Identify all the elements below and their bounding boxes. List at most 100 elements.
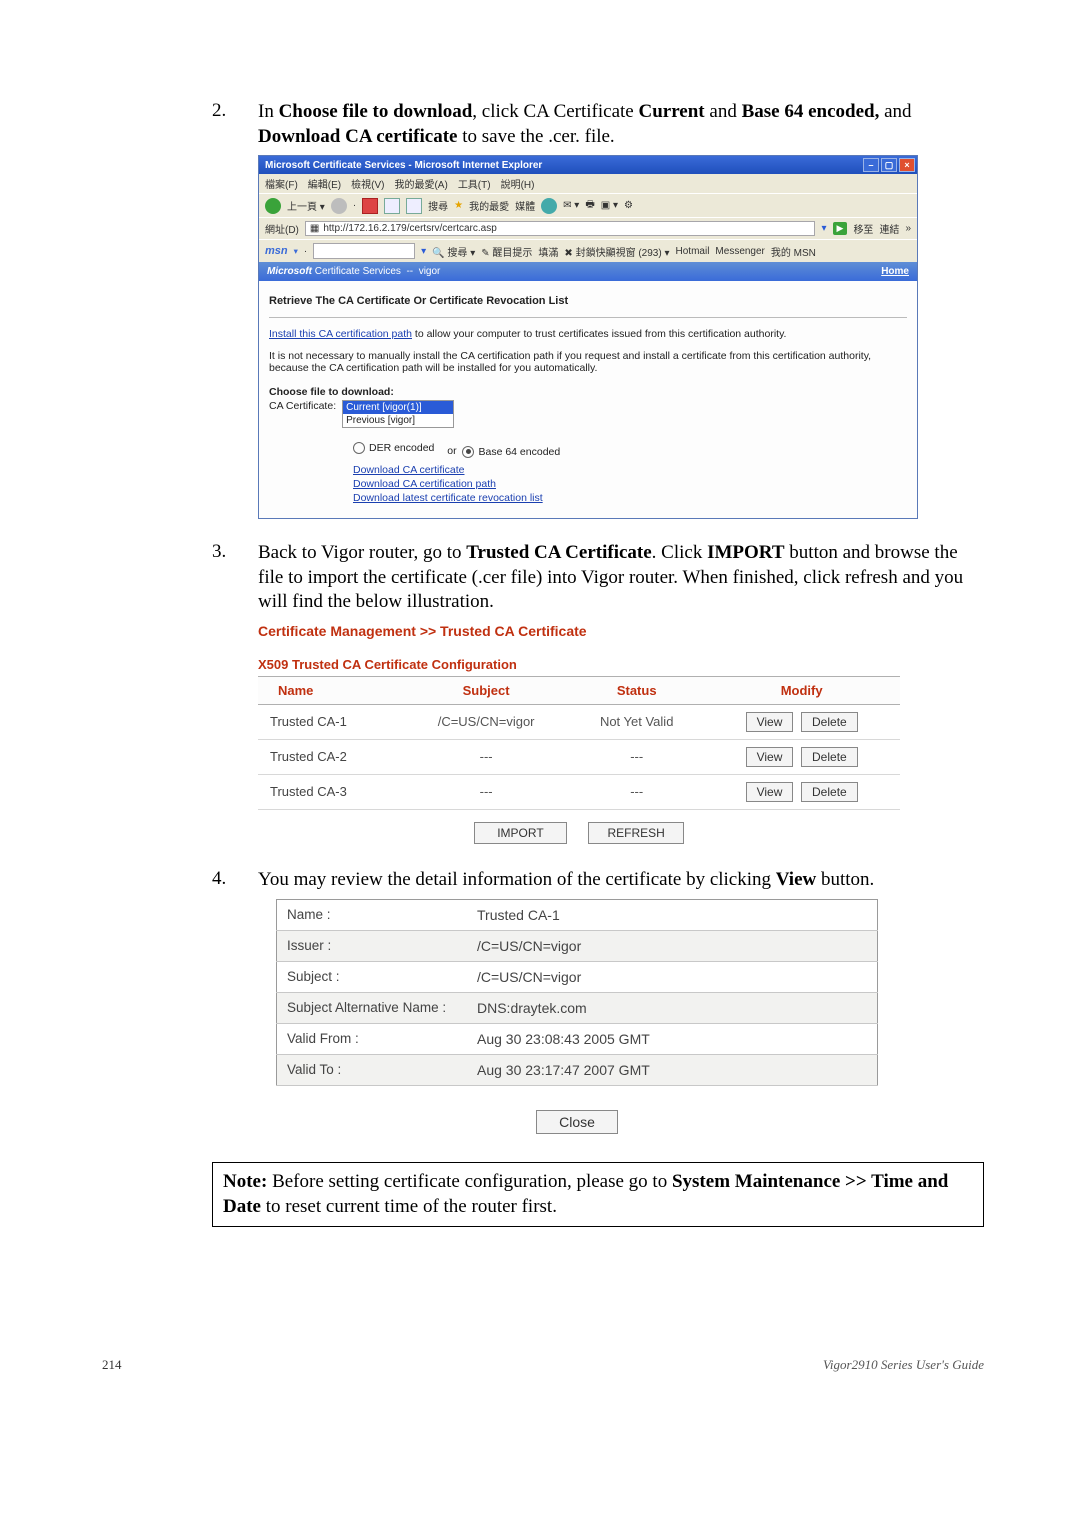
media-label[interactable]: 媒體 <box>515 198 535 213</box>
close-icon[interactable]: × <box>899 158 915 172</box>
menu-item[interactable]: 編輯(E) <box>308 176 341 191</box>
more-icon[interactable]: » <box>905 223 911 234</box>
cell-modify: View Delete <box>703 739 900 774</box>
radio-base64[interactable]: Base 64 encoded <box>462 446 560 458</box>
import-button[interactable]: IMPORT <box>474 822 566 844</box>
col-name: Name <box>258 676 402 704</box>
fav-label[interactable]: 我的最愛 <box>469 198 509 213</box>
menu-item[interactable]: 工具(T) <box>458 176 491 191</box>
download-ca-path-link[interactable]: Download CA certification path <box>353 478 496 490</box>
go-label: 移至 <box>853 221 873 236</box>
step-2: 2. In Choose file to download, click CA … <box>212 100 984 149</box>
detail-row: Subject :/C=US/CN=vigor <box>277 961 878 992</box>
history-icon[interactable] <box>541 198 557 214</box>
toolbar-icon[interactable]: ⚙ <box>624 200 633 211</box>
toolbar-icon[interactable]: 🖶 <box>585 197 594 214</box>
t: 封鎖快顯視窗 (293) <box>576 248 662 259</box>
listbox-option-current[interactable]: Current [vigor(1)] <box>343 401 453 414</box>
forward-icon[interactable] <box>331 198 347 214</box>
step-4: 4. You may review the detail information… <box>212 868 984 893</box>
step-number: 3. <box>212 541 258 615</box>
msn-messenger[interactable]: Messenger <box>715 246 764 257</box>
ms-cert-label: Microsoft Certificate Services -- vigor <box>267 266 440 277</box>
maximize-icon[interactable]: ▢ <box>881 158 897 172</box>
step-text: In Choose file to download, click CA Cer… <box>258 100 984 149</box>
menu-item[interactable]: 檢視(V) <box>351 176 384 191</box>
addr-label: 網址(D) <box>265 221 299 236</box>
table-header-row: Name Subject Status Modify <box>258 676 900 704</box>
detail-section: Name :Trusted CA-1 Issuer :/C=US/CN=vigo… <box>276 899 878 1134</box>
delete-button[interactable]: Delete <box>801 782 858 802</box>
fav-star-icon[interactable]: ★ <box>454 200 463 211</box>
t: Current <box>639 101 705 122</box>
back-icon[interactable] <box>265 198 281 214</box>
dropdown-icon[interactable]: ▾ <box>421 246 426 257</box>
divider <box>269 317 907 318</box>
minimize-icon[interactable]: – <box>863 158 879 172</box>
radio-der[interactable]: DER encoded <box>353 442 434 454</box>
toolbar-icon[interactable]: ▣ ▾ <box>601 200 618 211</box>
home-icon[interactable] <box>406 198 422 214</box>
t: . Click <box>652 542 707 563</box>
msn-toolbar: msn▾ · ▾ 🔍 搜尋 ▾ ✎ 醒目提示 填滿 ✖ 封鎖快顯視窗 (293)… <box>259 239 917 262</box>
detail-key: Subject Alternative Name : <box>277 992 468 1023</box>
window-buttons: – ▢ × <box>863 158 915 172</box>
cell-name: Trusted CA-1 <box>258 704 402 739</box>
t: 我的 MSN <box>771 248 816 259</box>
delete-button[interactable]: Delete <box>801 747 858 767</box>
toolbar-icon[interactable]: ✉ ▾ <box>563 200 579 211</box>
t: and <box>879 101 911 122</box>
go-button[interactable]: ▶ <box>833 222 848 235</box>
address-input[interactable]: ▦ http://172.16.2.179/certsrv/certcarc.a… <box>305 221 816 236</box>
view-button[interactable]: View <box>746 712 794 732</box>
t: to save the .cer. file. <box>457 126 614 147</box>
refresh-button[interactable]: REFRESH <box>588 822 683 844</box>
search-label[interactable]: 搜尋 <box>428 198 448 213</box>
msn-highlight[interactable]: ✎ 醒目提示 <box>481 244 532 259</box>
download-crl-link[interactable]: Download latest certificate revocation l… <box>353 492 543 504</box>
stop-icon[interactable] <box>362 198 378 214</box>
cert-content: Retrieve The CA Certificate Or Certifica… <box>259 281 917 518</box>
detail-row: Valid To :Aug 30 23:17:47 2007 GMT <box>277 1054 878 1085</box>
t: DER encoded <box>369 442 434 454</box>
step-3: 3. Back to Vigor router, go to Trusted C… <box>212 541 984 615</box>
ca-cert-label: CA Certificate: <box>269 400 336 412</box>
refresh-icon[interactable] <box>384 198 400 214</box>
t: Back to Vigor router, go to <box>258 542 466 563</box>
install-path-link[interactable]: Install this CA certification path <box>269 328 412 340</box>
ca-cert-listbox[interactable]: Current [vigor(1)] Previous [vigor] <box>342 400 454 428</box>
menu-item[interactable]: 說明(H) <box>501 176 535 191</box>
msn-search[interactable]: 🔍 搜尋 ▾ <box>432 244 475 259</box>
view-button[interactable]: View <box>746 782 794 802</box>
msn-my[interactable]: 我的 MSN <box>771 244 816 259</box>
t: Before setting certificate configuration… <box>267 1171 672 1192</box>
close-button[interactable]: Close <box>536 1110 618 1134</box>
msn-search-input[interactable] <box>313 243 415 259</box>
listbox-option-previous[interactable]: Previous [vigor] <box>343 414 453 427</box>
msn-hotmail[interactable]: Hotmail <box>676 246 710 257</box>
home-link[interactable]: Home <box>881 266 909 277</box>
download-ca-cert-link[interactable]: Download CA certificate <box>353 464 464 476</box>
t: 搜尋 <box>447 248 467 259</box>
cell-subject: --- <box>402 774 570 809</box>
cell-modify: View Delete <box>703 774 900 809</box>
addr-dropdown-icon[interactable]: ▾ <box>821 223 826 234</box>
cell-modify: View Delete <box>703 704 900 739</box>
menu-item[interactable]: 我的最愛(A) <box>394 176 447 191</box>
msn-fill[interactable]: 填滿 <box>538 244 558 259</box>
cell-status: --- <box>570 739 703 774</box>
download-links: Download CA certificate Download CA cert… <box>353 464 907 504</box>
view-button[interactable]: View <box>746 747 794 767</box>
ie-window: Microsoft Certificate Services - Microso… <box>258 155 918 519</box>
detail-val: DNS:draytek.com <box>467 992 878 1023</box>
table-row: Trusted CA-3 --- --- View Delete <box>258 774 900 809</box>
delete-button[interactable]: Delete <box>801 712 858 732</box>
links-label[interactable]: 連結 <box>879 221 899 236</box>
col-modify: Modify <box>703 676 900 704</box>
menu-item[interactable]: 檔案(F) <box>265 176 298 191</box>
page-footer: 214 Vigor2910 Series User's Guide <box>212 1357 984 1373</box>
detail-key: Valid To : <box>277 1054 468 1085</box>
msn-popup[interactable]: ✖ 封鎖快顯視窗 (293) ▾ <box>564 244 669 259</box>
detail-val: /C=US/CN=vigor <box>467 961 878 992</box>
detail-key: Valid From : <box>277 1023 468 1054</box>
